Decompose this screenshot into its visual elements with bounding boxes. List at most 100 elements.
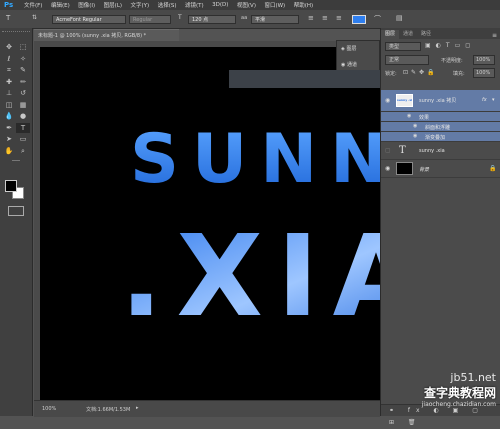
effects-toggle-icon[interactable]: ▾: [492, 97, 495, 103]
layer-name[interactable]: sunny .xia 拷贝: [419, 97, 456, 104]
visibility-eye-icon[interactable]: ◉: [385, 97, 390, 104]
menu-window[interactable]: 窗口(W): [264, 1, 285, 9]
move-tool-icon[interactable]: ✥: [2, 42, 16, 53]
effect-row-bevel[interactable]: ◉ 斜面和浮雕: [381, 122, 500, 132]
status-bar: 100% 文档:1.66M/1.53M ▸: [34, 400, 380, 417]
visibility-eye-icon[interactable]: ◉: [385, 165, 390, 172]
crop-tool-icon[interactable]: ⌗: [2, 65, 16, 76]
history-brush-tool-icon[interactable]: ↺: [16, 88, 30, 99]
align-right-icon[interactable]: ≡: [336, 14, 342, 22]
panel-grip[interactable]: [2, 31, 30, 36]
text-layer-icon: T: [399, 145, 406, 156]
fill-input[interactable]: 100%: [473, 68, 495, 78]
path-selection-tool-icon[interactable]: ➤: [2, 134, 16, 145]
font-size-input[interactable]: 120 点: [188, 15, 236, 24]
foreground-color-swatch[interactable]: [5, 180, 17, 192]
tools-panel: ✥ ⬚ ℓ ✧ ⌗ ✎ ✚ ✏ ⊥ ↺ ◫ ▦ 💧 ● ✒ T ➤ ▭ ✋ ⌕: [0, 28, 33, 416]
character-panel-icon[interactable]: ▤: [396, 14, 403, 22]
menu-help[interactable]: 帮助(H): [294, 1, 313, 9]
opacity-label: 不透明度:: [441, 58, 463, 64]
healing-brush-tool-icon[interactable]: ✚: [2, 77, 16, 88]
rectangle-tool-icon[interactable]: ▭: [16, 134, 30, 145]
layer-row-background[interactable]: ◉ 背景 🔒: [381, 160, 500, 178]
menu-layer[interactable]: 图层(L): [104, 1, 122, 9]
lasso-tool-icon[interactable]: ℓ: [2, 54, 16, 65]
effect-row-gradient[interactable]: ◉ 渐变叠加: [381, 132, 500, 142]
status-menu-arrow-icon[interactable]: ▸: [136, 405, 139, 411]
photoshop-logo: Ps: [4, 1, 14, 9]
clone-stamp-tool-icon[interactable]: ⊥: [2, 88, 16, 99]
layer-filter-icons[interactable]: ▣◐T▭◻: [425, 42, 497, 51]
brush-tool-icon[interactable]: ✏: [16, 77, 30, 88]
canvas-artwork: SUNNY .XIA: [120, 120, 380, 342]
layer-name[interactable]: sunny .xia: [419, 148, 445, 154]
menu-file[interactable]: 文件(F): [24, 1, 42, 9]
panel-menu-icon[interactable]: ≡: [492, 32, 500, 39]
layer-kind-label: 类型: [389, 44, 400, 50]
effects-row[interactable]: ◉ 效果: [381, 112, 500, 122]
menu-edit[interactable]: 编辑(E): [51, 1, 70, 9]
menu-image[interactable]: 图像(I): [78, 1, 95, 9]
effects-eye-icon[interactable]: ◉: [407, 113, 411, 119]
eyedropper-tool-icon[interactable]: ✎: [16, 65, 30, 76]
lock-icon: 🔒: [489, 165, 497, 172]
strip-layers-label: 图层: [346, 46, 357, 52]
layer-row-copy[interactable]: ◉ sunny .xia sunny .xia 拷贝 fx ▾: [381, 90, 500, 112]
document-tab[interactable]: 未标题-1 @ 100% (sunny .xia 拷贝, RGB/8) *: [34, 29, 179, 41]
quick-mask-icon[interactable]: [8, 206, 24, 216]
tab-layers[interactable]: 图层: [381, 30, 400, 39]
pen-tool-icon[interactable]: ✒: [2, 123, 16, 134]
layer-fx-badge[interactable]: fx: [482, 97, 487, 103]
document-canvas[interactable]: SUNNY .XIA: [40, 47, 380, 400]
menu-view[interactable]: 视图(V): [237, 1, 256, 9]
menu-type[interactable]: 文字(Y): [131, 1, 150, 9]
marquee-tool-icon[interactable]: ⬚: [16, 42, 30, 53]
effect-eye-icon[interactable]: ◉: [413, 133, 417, 139]
warp-text-icon[interactable]: ⌒: [374, 14, 381, 24]
text-color-swatch[interactable]: [352, 15, 366, 24]
font-style-select[interactable]: Regular: [129, 15, 171, 24]
layer-thumbnail-text: sunny .xia: [397, 98, 412, 102]
document-size-info[interactable]: 文档:1.66M/1.53M: [86, 406, 130, 413]
zoom-level[interactable]: 100%: [42, 406, 56, 412]
layer-kind-filter[interactable]: 类型: [385, 42, 421, 51]
tab-paths[interactable]: 路径: [417, 30, 435, 39]
layer-row-original[interactable]: ▢ T sunny .xia: [381, 142, 500, 160]
lock-icons[interactable]: ⊡✎✥🔒: [403, 69, 438, 76]
align-left-icon[interactable]: ≡: [308, 14, 314, 22]
layer-name[interactable]: 背景: [419, 166, 429, 173]
visibility-eye-hidden-icon[interactable]: ▢: [385, 147, 391, 154]
effect-eye-icon[interactable]: ◉: [413, 123, 417, 129]
opacity-input[interactable]: 100%: [473, 55, 495, 65]
watermark-url: jiaocheng.chazidian.com: [421, 401, 496, 408]
hand-tool-icon[interactable]: ✋: [2, 146, 16, 157]
layer-thumbnail: [396, 162, 413, 175]
antialias-select[interactable]: 平滑: [251, 15, 299, 24]
fill-label: 填充:: [453, 71, 465, 77]
strip-layers-button[interactable]: ◈ 图层: [337, 41, 379, 57]
type-tool-active-icon[interactable]: T: [16, 122, 30, 133]
gradient-tool-icon[interactable]: ▦: [16, 100, 30, 111]
font-family-select[interactable]: AcmeFont Regular: [52, 15, 126, 24]
effect-name-gradient: 渐变叠加: [425, 135, 446, 141]
blend-mode-select[interactable]: 正常: [385, 55, 429, 65]
menu-filter[interactable]: 滤镜(T): [185, 1, 204, 9]
menu-bar: Ps 文件(F) 编辑(E) 图像(I) 图层(L) 文字(Y) 选择(S) 滤…: [0, 0, 500, 10]
floating-panel-bar[interactable]: [229, 70, 380, 88]
menu-select[interactable]: 选择(S): [158, 1, 177, 9]
artwork-line2: .XIA: [120, 212, 380, 342]
layer-thumbnail: sunny .xia: [396, 94, 413, 107]
lock-label: 锁定:: [385, 71, 397, 77]
font-size-icon: T: [178, 14, 182, 21]
eraser-tool-icon[interactable]: ◫: [2, 100, 16, 111]
magic-wand-tool-icon[interactable]: ✧: [16, 54, 30, 65]
blur-tool-icon[interactable]: 💧: [2, 111, 16, 122]
zoom-tool-icon[interactable]: ⌕: [16, 146, 30, 157]
tab-channels[interactable]: 通道: [399, 30, 417, 39]
align-center-icon[interactable]: ≡: [322, 14, 328, 22]
type-tool-icon[interactable]: T: [6, 14, 10, 22]
menu-3d[interactable]: 3D(D): [212, 2, 228, 8]
orientation-toggle-icon[interactable]: ⇅: [32, 14, 37, 21]
dodge-tool-icon[interactable]: ●: [16, 111, 30, 122]
layers-panel-tabs: 图层 通道 路径 ≡: [381, 28, 500, 39]
